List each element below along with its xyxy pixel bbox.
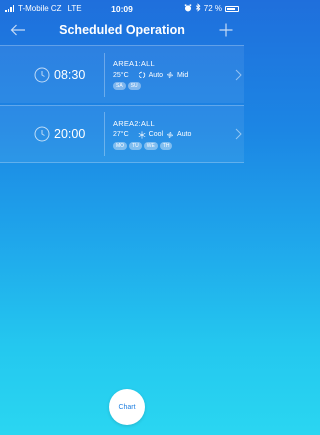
plus-icon[interactable] [214, 18, 238, 42]
schedule-days: MO TU WE TH [113, 141, 244, 150]
bluetooth-icon [195, 3, 201, 14]
chart-button[interactable]: Chart [109, 389, 145, 425]
schedule-temp: 27°C [113, 131, 129, 138]
schedule-fan: Auto [177, 131, 192, 138]
clock-icon [34, 67, 50, 82]
day-badge: TU [129, 141, 142, 150]
arrow-left-icon[interactable] [6, 18, 30, 42]
schedule-list: 08:30 AREA1:ALL 25°C Auto Mid SA SU 20:0… [0, 45, 244, 163]
auto-mode-icon [138, 71, 146, 79]
schedule-time: 08:30 [54, 67, 86, 82]
signal-icon [5, 5, 14, 12]
schedule-time-block: 08:30 [0, 46, 104, 103]
carrier-label: T-Mobile CZ [18, 4, 62, 13]
day-badge: SA [113, 82, 126, 90]
schedule-temp: 25°C [113, 71, 129, 79]
clock-time: 10:09 [111, 3, 133, 14]
chevron-right-icon [235, 69, 242, 80]
schedule-area: AREA1:ALL [113, 59, 155, 68]
snowflake-icon [138, 130, 146, 139]
fan-icon [166, 131, 174, 139]
battery-percent: 72 % [203, 4, 222, 13]
schedule-item[interactable]: 08:30 AREA1:ALL 25°C Auto Mid SA SU [0, 45, 244, 103]
page-title: Scheduled Operation [59, 22, 185, 37]
schedule-mode: Auto [148, 71, 164, 79]
schedule-area: AREA2:ALL [113, 118, 155, 128]
status-bar: T-Mobile CZ LTE 10:09 72 % [0, 0, 244, 17]
network-label: LTE [67, 4, 82, 13]
chevron-right-icon [235, 128, 242, 140]
alarm-icon [184, 3, 192, 14]
day-badge: SU [127, 82, 141, 90]
day-badge: WE [143, 141, 158, 150]
clock-icon [34, 126, 50, 142]
schedule-time-block: 20:00 [0, 106, 104, 162]
schedule-item[interactable]: 20:00 AREA2:ALL 27°C Cool Auto MO TU WE … [0, 105, 244, 163]
day-badge: TH [159, 141, 173, 150]
schedule-mode: Cool [148, 131, 164, 138]
nav-bar: Scheduled Operation [0, 17, 244, 42]
schedule-days: SA SU [113, 82, 244, 90]
battery-icon [225, 5, 239, 12]
fan-icon [166, 71, 174, 79]
day-badge: MO [113, 141, 128, 150]
schedule-time: 20:00 [54, 127, 86, 141]
schedule-fan: Mid [177, 71, 189, 79]
